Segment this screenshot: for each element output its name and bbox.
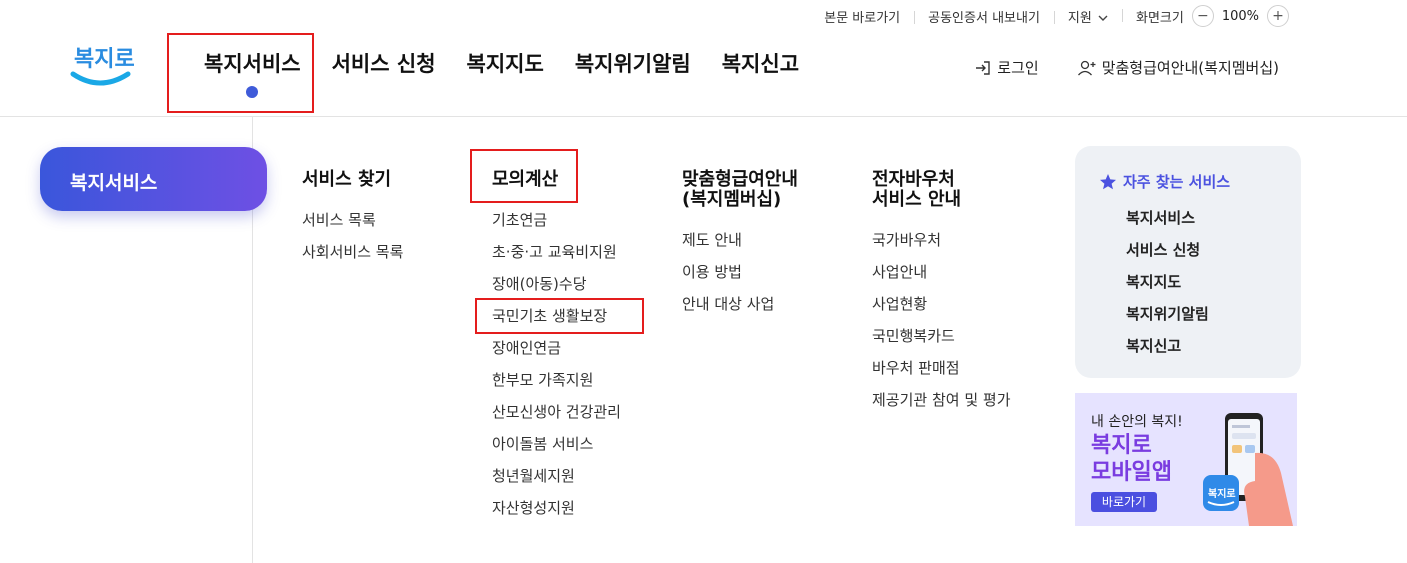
zoom-control: 화면크기 − 100% + xyxy=(1121,5,1289,27)
nav-welfare-map[interactable]: 복지지도 xyxy=(467,48,544,78)
menu-link[interactable]: 사업안내 xyxy=(872,262,1011,294)
menu-link[interactable]: 제도 안내 xyxy=(682,230,798,262)
user-add-icon xyxy=(1077,60,1096,75)
nav-service-apply[interactable]: 서비스 신청 xyxy=(332,48,436,78)
menu-link[interactable]: 국가바우처 xyxy=(872,230,1011,262)
favorite-link[interactable]: 복지신고 xyxy=(1126,336,1209,368)
bokjiro-logo-icon: 복지로 xyxy=(70,47,135,86)
support-label: 지원 xyxy=(1067,10,1092,26)
favorite-link[interactable]: 복지서비스 xyxy=(1126,208,1209,240)
favorites-box: 자주 찾는 서비스 복지서비스 서비스 신청 복지지도 복지위기알림 복지신고 xyxy=(1075,146,1301,378)
menu-link[interactable]: 한부모 가족지원 xyxy=(492,370,621,402)
login-label: 로그인 xyxy=(997,59,1039,77)
favorites-title: 자주 찾는 서비스 xyxy=(1123,173,1231,191)
mobile-app-banner[interactable]: 내 손안의 복지! 복지로 모바일앱 바로가기 복지로 xyxy=(1075,393,1297,526)
menu-column-custom-benefit: 맞춤형급여안내 (복지멤버십) 제도 안내 이용 방법 안내 대상 사업 xyxy=(682,170,798,326)
menu-link[interactable]: 장애인연금 xyxy=(492,338,621,370)
current-menu-pill[interactable]: 복지서비스 xyxy=(40,147,267,211)
nav-welfare-report[interactable]: 복지신고 xyxy=(722,48,799,78)
custom-benefit-label: 맞춤형급여안내(복지멤버십) xyxy=(1101,59,1279,77)
star-icon xyxy=(1100,173,1116,189)
banner-go-button[interactable]: 바로가기 xyxy=(1091,492,1157,512)
cert-export-link[interactable]: 공동인증서 내보내기 xyxy=(914,7,1054,26)
header-divider xyxy=(0,116,1407,117)
menu-link[interactable]: 사회서비스 목록 xyxy=(302,242,403,274)
column-title[interactable]: 모의계산 xyxy=(492,170,621,190)
favorites-list: 복지서비스 서비스 신청 복지지도 복지위기알림 복지신고 xyxy=(1126,208,1209,368)
skip-to-content-link[interactable]: 본문 바로가기 xyxy=(810,7,914,26)
menu-link[interactable]: 초·중·고 교육비지원 xyxy=(492,242,621,274)
zoom-value: 100% xyxy=(1221,8,1259,24)
menu-column-mock-calc: 모의계산 기초연금 초·중·고 교육비지원 장애(아동)수당 국민기초 생활보장… xyxy=(492,170,621,530)
menu-link[interactable]: 청년월세지원 xyxy=(492,466,621,498)
favorites-header: 자주 찾는 서비스 xyxy=(1099,171,1230,192)
menu-link[interactable]: 기초연금 xyxy=(492,210,621,242)
highlight-box-welfare-service xyxy=(167,33,314,113)
phone-in-hand-illustration: 복지로 xyxy=(1203,413,1293,526)
column-title[interactable]: 전자바우처 서비스 안내 xyxy=(872,170,1011,210)
login-link[interactable]: 로그인 xyxy=(974,57,1039,78)
chevron-down-icon xyxy=(1098,15,1108,21)
favorite-link[interactable]: 서비스 신청 xyxy=(1126,240,1209,272)
column-title[interactable]: 서비스 찾기 xyxy=(302,170,403,190)
column-title[interactable]: 맞춤형급여안내 (복지멤버십) xyxy=(682,170,798,210)
menu-link[interactable]: 자산형성지원 xyxy=(492,498,621,530)
zoom-out-button[interactable]: − xyxy=(1191,5,1214,27)
banner-title-line1: 복지로 xyxy=(1091,433,1152,458)
favorite-link[interactable]: 복지위기알림 xyxy=(1126,304,1209,336)
column-list: 국가바우처 사업안내 사업현황 국민행복카드 바우처 판매점 제공기관 참여 및… xyxy=(872,230,1011,422)
menu-column-voucher: 전자바우처 서비스 안내 국가바우처 사업안내 사업현황 국민행복카드 바우처 … xyxy=(872,170,1011,422)
menu-link[interactable]: 산모신생아 건강관리 xyxy=(492,402,621,434)
site-logo[interactable]: 복지로 xyxy=(70,36,135,90)
menu-link[interactable]: 이용 방법 xyxy=(682,262,798,294)
menu-link[interactable]: 서비스 목록 xyxy=(302,210,403,242)
favorite-link[interactable]: 복지지도 xyxy=(1126,272,1209,304)
login-icon xyxy=(976,60,990,75)
column-list: 제도 안내 이용 방법 안내 대상 사업 xyxy=(682,230,798,326)
custom-benefit-link[interactable]: 맞춤형급여안내(복지멤버십) xyxy=(1077,57,1279,78)
column-list: 기초연금 초·중·고 교육비지원 장애(아동)수당 국민기초 생활보장 장애인연… xyxy=(492,210,621,530)
utility-bar: 본문 바로가기 공동인증서 내보내기 지원 화면크기 − 100% + xyxy=(810,5,1289,27)
banner-tagline: 내 손안의 복지! xyxy=(1091,414,1183,430)
svg-text:복지로: 복지로 xyxy=(74,47,134,72)
nav-welfare-crisis-alert[interactable]: 복지위기알림 xyxy=(575,48,691,78)
banner-title-line2: 모바일앱 xyxy=(1091,460,1172,485)
svg-text:복지로: 복지로 xyxy=(1208,487,1236,500)
zoom-label: 화면크기 xyxy=(1135,10,1184,26)
menu-column-service-search: 서비스 찾기 서비스 목록 사회서비스 목록 xyxy=(302,170,403,274)
menu-link[interactable]: 국민행복카드 xyxy=(872,326,1011,358)
zoom-in-button[interactable]: + xyxy=(1267,5,1289,27)
header-actions: 로그인 맞춤형급여안내(복지멤버십) xyxy=(974,57,1279,78)
menu-link[interactable]: 제공기관 참여 및 평가 xyxy=(872,390,1011,422)
menu-link[interactable]: 국민기초 생활보장 xyxy=(492,306,621,338)
menu-link[interactable]: 바우처 판매점 xyxy=(872,358,1011,390)
menu-link[interactable]: 안내 대상 사업 xyxy=(682,294,798,326)
column-list: 서비스 목록 사회서비스 목록 xyxy=(302,210,403,274)
support-dropdown[interactable]: 지원 xyxy=(1053,7,1122,26)
menu-link[interactable]: 장애(아동)수당 xyxy=(492,274,621,306)
menu-link[interactable]: 아이돌봄 서비스 xyxy=(492,434,621,466)
menu-link[interactable]: 사업현황 xyxy=(872,294,1011,326)
